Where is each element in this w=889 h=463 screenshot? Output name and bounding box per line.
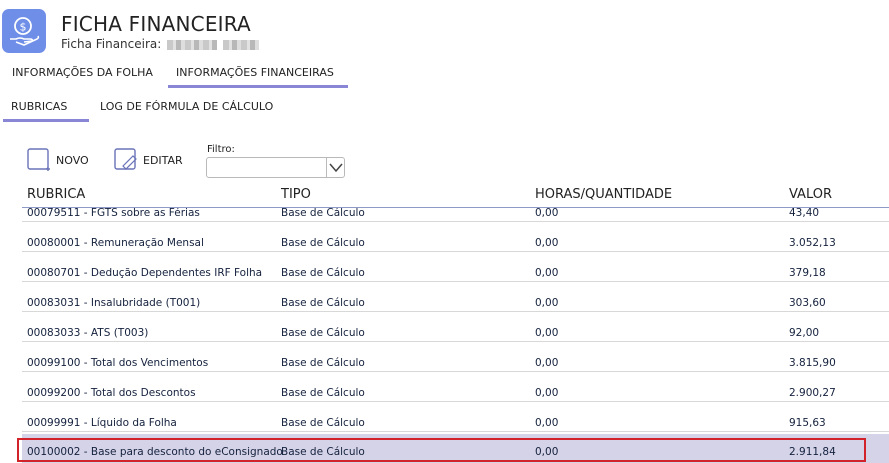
cell-rubrica: 00079511 - FGTS sobre as Férias bbox=[27, 207, 200, 219]
cell-tipo: Base de Cálculo bbox=[281, 297, 365, 309]
editar-button[interactable]: EDITAR bbox=[114, 147, 183, 173]
cell-horas: 0,00 bbox=[535, 446, 559, 458]
redacted-value bbox=[167, 39, 218, 50]
redacted-value bbox=[223, 39, 260, 50]
page-header: $ FICHA FINANCEIRA Ficha Financeira: bbox=[0, 0, 889, 60]
cell-tipo: Base de Cálculo bbox=[281, 387, 365, 399]
column-header-tipo[interactable]: TIPO bbox=[281, 187, 311, 202]
column-header-valor[interactable]: VALOR bbox=[789, 187, 832, 202]
filter-label: Filtro: bbox=[207, 144, 235, 155]
tab-informacoes-financeiras[interactable]: INFORMAÇÕES FINANCEIRAS bbox=[168, 62, 348, 88]
cell-valor: 43,40 bbox=[789, 207, 820, 219]
page-title: FICHA FINANCEIRA bbox=[61, 12, 251, 36]
cell-horas: 0,00 bbox=[535, 387, 559, 399]
cell-horas: 0,00 bbox=[535, 237, 559, 249]
main-tabs: INFORMAÇÕES DA FOLHA INFORMAÇÕES FINANCE… bbox=[0, 62, 889, 88]
novo-label: NOVO bbox=[56, 153, 89, 167]
table-row[interactable]: 00083033 - ATS (T003) Base de Cálculo 0,… bbox=[22, 312, 889, 342]
toolbar: NOVO EDITAR Filtro: bbox=[0, 140, 889, 180]
sub-tabs: RUBRICAS LOG DE FÓRMULA DE CÁLCULO bbox=[0, 96, 889, 122]
cell-horas: 0,00 bbox=[535, 327, 559, 339]
cell-tipo: Base de Cálculo bbox=[281, 267, 365, 279]
cell-horas: 0,00 bbox=[535, 267, 559, 279]
table-row[interactable]: 00080001 - Remuneração Mensal Base de Cá… bbox=[22, 222, 889, 252]
column-header-rubrica[interactable]: RUBRICA bbox=[27, 187, 85, 202]
novo-button[interactable]: NOVO bbox=[27, 147, 89, 173]
cell-valor: 379,18 bbox=[789, 267, 826, 279]
editar-label: EDITAR bbox=[143, 153, 183, 167]
cell-rubrica: 00083033 - ATS (T003) bbox=[27, 327, 149, 339]
new-document-icon bbox=[27, 148, 50, 171]
cell-rubrica: 00083031 - Insalubridade (T001) bbox=[27, 297, 201, 309]
edit-pencil-icon bbox=[114, 148, 137, 170]
cell-horas: 0,00 bbox=[535, 357, 559, 369]
cell-tipo: Base de Cálculo bbox=[281, 207, 365, 219]
table-row[interactable]: 00080701 - Dedução Dependentes IRF Folha… bbox=[22, 252, 889, 282]
subtitle-label: Ficha Financeira: bbox=[61, 37, 162, 51]
table-row-selected[interactable]: 00100002 - Base para desconto do eConsig… bbox=[22, 434, 889, 463]
column-header-horas[interactable]: HORAS/QUANTIDADE bbox=[535, 187, 672, 202]
tab-log-formula-calculo[interactable]: LOG DE FÓRMULA DE CÁLCULO bbox=[100, 96, 273, 122]
cell-valor: 915,63 bbox=[789, 417, 826, 429]
cell-rubrica: 00099200 - Total dos Descontos bbox=[27, 387, 196, 399]
table-header: RUBRICA TIPO HORAS/QUANTIDADE VALOR bbox=[0, 185, 889, 207]
svg-text:$: $ bbox=[20, 21, 27, 34]
cell-rubrica: 00100002 - Base para desconto do eConsig… bbox=[27, 446, 283, 458]
filter-select[interactable] bbox=[206, 157, 345, 178]
tab-rubricas[interactable]: RUBRICAS bbox=[3, 96, 89, 122]
money-hand-icon: $ bbox=[2, 9, 46, 53]
tab-informacoes-da-folha[interactable]: INFORMAÇÕES DA FOLHA bbox=[12, 62, 153, 88]
filter-dropdown-button[interactable] bbox=[326, 158, 344, 177]
cell-rubrica: 00099991 - Líquido da Folha bbox=[27, 417, 177, 429]
table-row[interactable]: 00083031 - Insalubridade (T001) Base de … bbox=[22, 282, 889, 312]
cell-horas: 0,00 bbox=[535, 417, 559, 429]
cell-valor: 92,00 bbox=[789, 327, 820, 339]
table-body[interactable]: 00079511 - FGTS sobre as Férias Base de … bbox=[22, 207, 889, 463]
cell-tipo: Base de Cálculo bbox=[281, 327, 365, 339]
cell-tipo: Base de Cálculo bbox=[281, 357, 365, 369]
cell-rubrica: 00080701 - Dedução Dependentes IRF Folha bbox=[27, 267, 263, 279]
page-subtitle: Ficha Financeira: bbox=[61, 37, 260, 51]
table-row[interactable]: 00079511 - FGTS sobre as Férias Base de … bbox=[22, 207, 889, 222]
chevron-down-icon bbox=[329, 163, 343, 173]
cell-valor: 2.900,27 bbox=[789, 387, 836, 399]
cell-tipo: Base de Cálculo bbox=[281, 417, 365, 429]
cell-valor: 2.911,84 bbox=[789, 446, 836, 458]
table-row[interactable]: 00099991 - Líquido da Folha Base de Cálc… bbox=[22, 402, 889, 432]
cell-tipo: Base de Cálculo bbox=[281, 446, 365, 458]
cell-valor: 303,60 bbox=[789, 297, 826, 309]
cell-rubrica: 00080001 - Remuneração Mensal bbox=[27, 237, 204, 249]
table-row[interactable]: 00099100 - Total dos Vencimentos Base de… bbox=[22, 342, 889, 372]
cell-valor: 3.815,90 bbox=[789, 357, 836, 369]
cell-tipo: Base de Cálculo bbox=[281, 237, 365, 249]
cell-rubrica: 00099100 - Total dos Vencimentos bbox=[27, 357, 209, 369]
cell-horas: 0,00 bbox=[535, 297, 559, 309]
cell-valor: 3.052,13 bbox=[789, 237, 836, 249]
table-row[interactable]: 00099200 - Total dos Descontos Base de C… bbox=[22, 372, 889, 402]
cell-horas: 0,00 bbox=[535, 207, 559, 219]
